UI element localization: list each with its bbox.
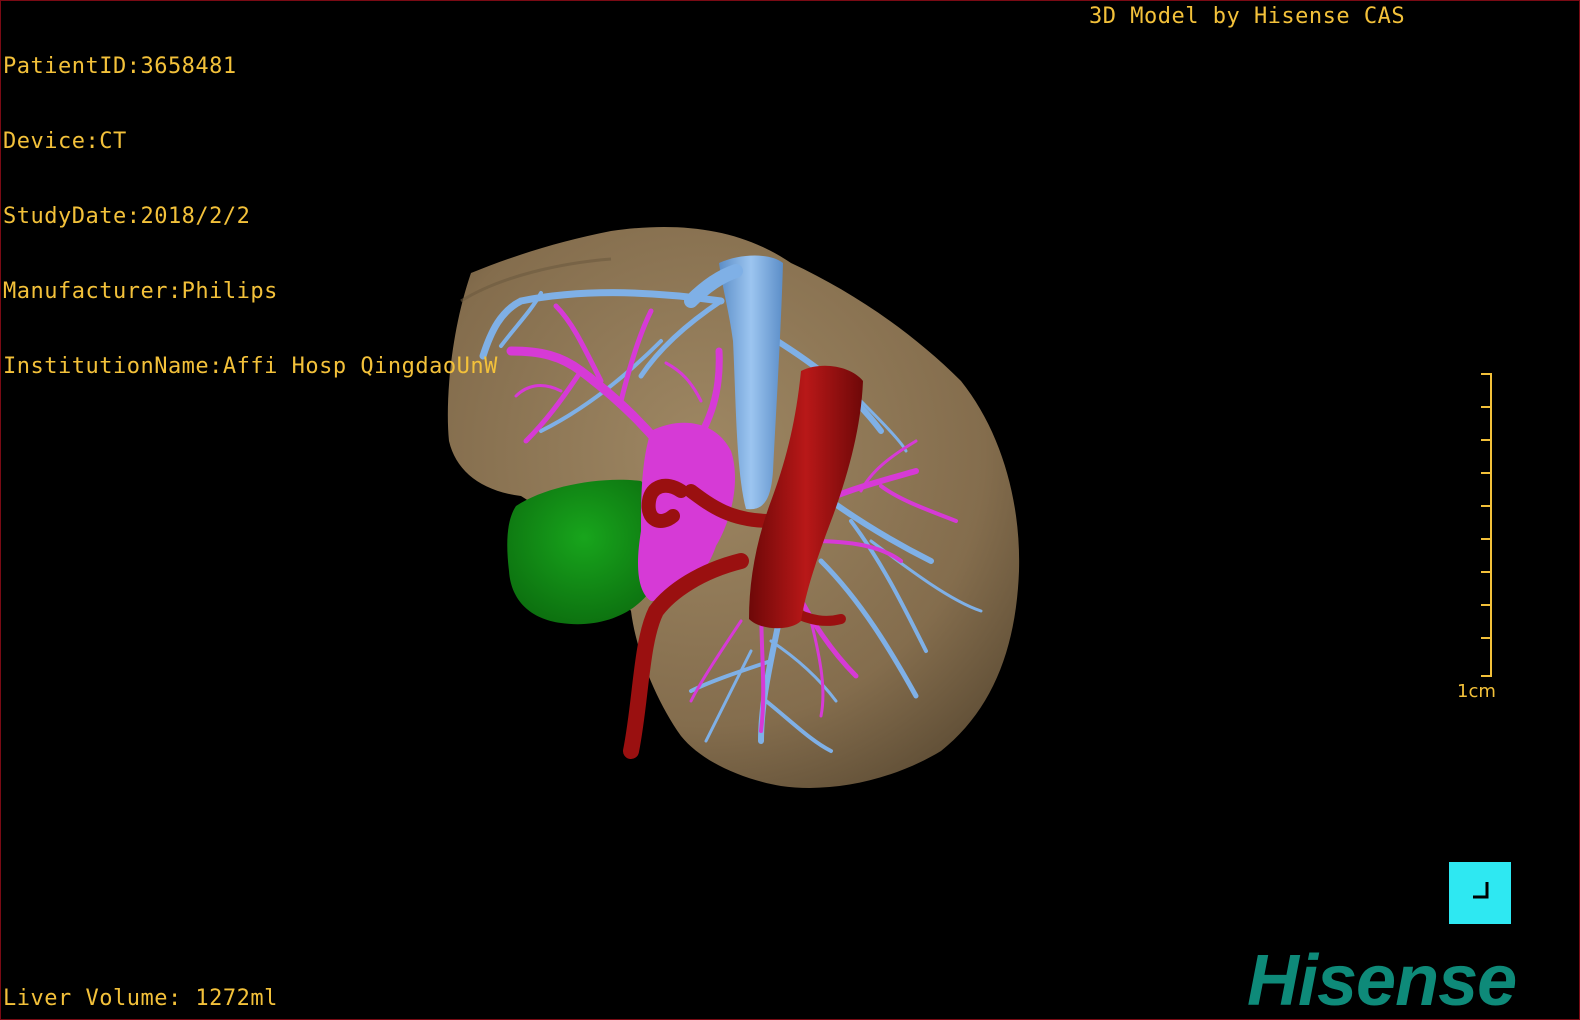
patient-id: PatientID:3658481 — [3, 54, 237, 79]
hisense-logo: Hisense — [1247, 941, 1517, 1019]
gallbladder — [507, 479, 661, 625]
render-viewport[interactable]: PatientID:3658481 Device:CT StudyDate:20… — [0, 0, 1580, 1020]
institution-name: InstitutionName:Affi Hosp QingdaoUnW — [3, 354, 498, 379]
layout-corner-button[interactable] — [1449, 862, 1511, 924]
study-date: StudyDate:2018/2/2 — [3, 204, 251, 229]
manufacturer: Manufacturer:Philips — [3, 279, 278, 304]
layout-corner-icon — [1473, 882, 1489, 899]
device: Device:CT — [3, 129, 127, 154]
scale-bar — [1481, 373, 1492, 677]
liver-volume: Liver Volume: 1272ml — [3, 986, 278, 1011]
scale-label: 1cm — [1457, 681, 1496, 702]
patient-info-panel: PatientID:3658481 Device:CT StudyDate:20… — [3, 4, 498, 429]
model-credit: 3D Model by Hisense CAS — [1089, 4, 1406, 29]
svg-text:Hisense: Hisense — [1247, 941, 1516, 1019]
